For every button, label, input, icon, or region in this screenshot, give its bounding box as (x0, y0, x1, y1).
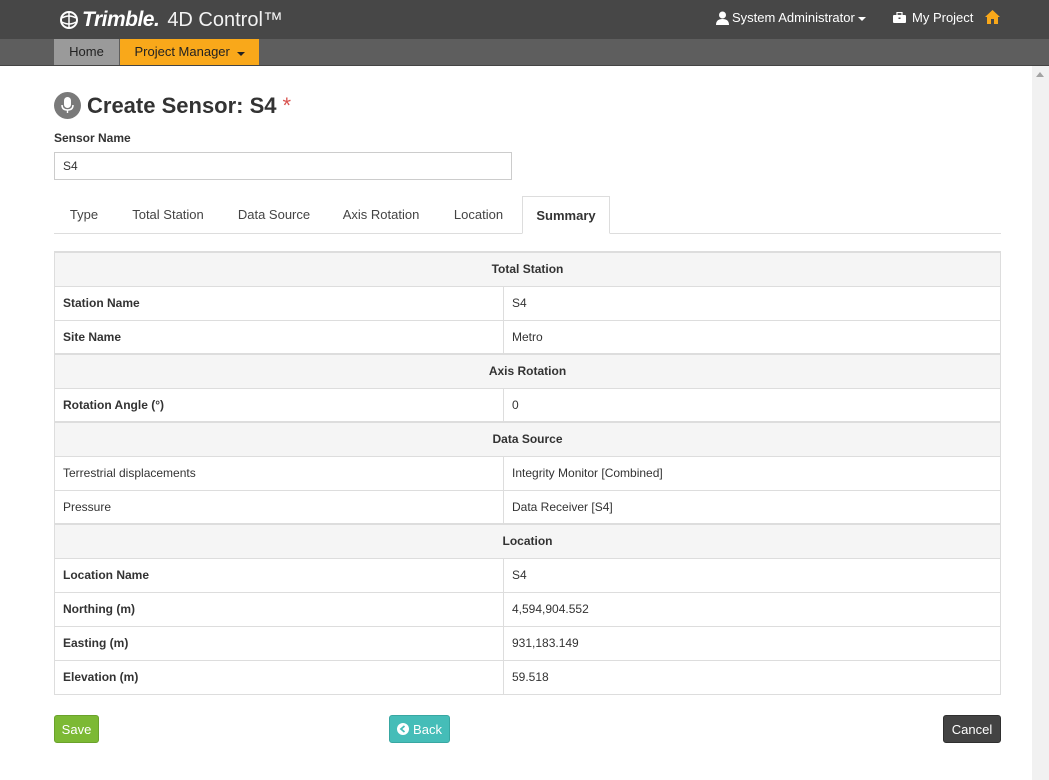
row-value: Integrity Monitor [Combined] (503, 455, 1001, 491)
table-row: Location Name S4 (54, 557, 1001, 593)
back-button-label: Back (413, 721, 442, 737)
user-menu[interactable]: System Administrator (716, 10, 866, 25)
table-row: Pressure Data Receiver [S4] (54, 489, 1001, 525)
trimble-logo[interactable]: Trimble. 4D Control™ (59, 7, 283, 33)
arrow-circle-left-icon (397, 723, 410, 735)
row-label: Northing (m) (54, 591, 504, 627)
top-bar: Trimble. 4D Control™ System Administrato… (0, 0, 1049, 39)
table-row: Northing (m) 4,594,904.552 (54, 591, 1001, 627)
user-name: System Administrator (732, 10, 855, 25)
sensor-name-label: Sensor Name (54, 131, 131, 145)
page-title: Create Sensor: S4 * (54, 92, 291, 119)
section-header-row: Location (54, 523, 1001, 559)
table-row: Easting (m) 931,183.149 (54, 625, 1001, 661)
section-header-row: Total Station (54, 251, 1001, 287)
table-row: Site Name Metro (54, 319, 1001, 355)
page-title-text: Create Sensor: S4 (87, 92, 277, 118)
row-label: Site Name (54, 319, 504, 355)
vertical-scrollbar[interactable] (1032, 66, 1049, 780)
row-value: 931,183.149 (503, 625, 1001, 661)
chevron-down-icon (236, 52, 245, 56)
briefcase-icon (893, 12, 906, 23)
main-nav: Home Project Manager (0, 39, 1049, 66)
brand-name: Trimble. (82, 8, 160, 31)
row-value: 59.518 (503, 659, 1001, 695)
row-value: S4 (503, 557, 1001, 593)
chevron-down-icon (857, 16, 866, 21)
user-icon (716, 11, 729, 25)
row-label: Station Name (54, 285, 504, 321)
row-label: Rotation Angle (°) (54, 387, 504, 423)
row-value: 0 (503, 387, 1001, 423)
summary-table: Total Station Station Name S4 Site Name … (54, 251, 1001, 695)
row-label: Elevation (m) (54, 659, 504, 695)
section-header: Total Station (54, 251, 1001, 287)
table-row: Elevation (m) 59.518 (54, 659, 1001, 695)
sensor-tabs: Type Total Station Data Source Axis Rota… (54, 196, 1001, 234)
row-value: Data Receiver [S4] (503, 489, 1001, 525)
table-row: Terrestrial displacements Integrity Moni… (54, 455, 1001, 491)
my-project-link[interactable]: My Project (893, 10, 973, 25)
nav-home[interactable]: Home (54, 39, 119, 65)
section-header-row: Data Source (54, 421, 1001, 457)
home-icon[interactable] (985, 10, 1000, 24)
tab-summary[interactable]: Summary (522, 196, 610, 234)
nav-project-manager[interactable]: Project Manager (120, 39, 259, 65)
nav-project-manager-label: Project Manager (134, 44, 230, 59)
section-header: Data Source (54, 421, 1001, 457)
product-name: 4D Control™ (167, 8, 283, 31)
row-label: Pressure (54, 489, 504, 525)
table-row: Rotation Angle (°) 0 (54, 387, 1001, 423)
section-header-row: Axis Rotation (54, 353, 1001, 389)
row-label: Easting (m) (54, 625, 504, 661)
tab-total-station[interactable]: Total Station (117, 196, 219, 234)
required-marker: * (282, 92, 292, 118)
sensor-name-input[interactable] (54, 152, 512, 180)
row-label: Location Name (54, 557, 504, 593)
scroll-up-arrow-icon[interactable] (1036, 72, 1044, 77)
tab-axis-rotation[interactable]: Axis Rotation (331, 196, 431, 234)
save-button[interactable]: Save (54, 715, 99, 743)
cancel-button[interactable]: Cancel (943, 715, 1001, 743)
tab-type[interactable]: Type (54, 196, 114, 234)
row-value: 4,594,904.552 (503, 591, 1001, 627)
row-value: S4 (503, 285, 1001, 321)
trimble-globe-icon (60, 11, 78, 29)
section-header: Axis Rotation (54, 353, 1001, 389)
back-button[interactable]: Back (389, 715, 450, 743)
row-label: Terrestrial displacements (54, 455, 504, 491)
tab-data-source[interactable]: Data Source (226, 196, 322, 234)
tab-location[interactable]: Location (441, 196, 516, 234)
row-value: Metro (503, 319, 1001, 355)
project-name: My Project (912, 10, 974, 25)
section-header: Location (54, 523, 1001, 559)
sensor-icon (54, 92, 81, 119)
table-row: Station Name S4 (54, 285, 1001, 321)
